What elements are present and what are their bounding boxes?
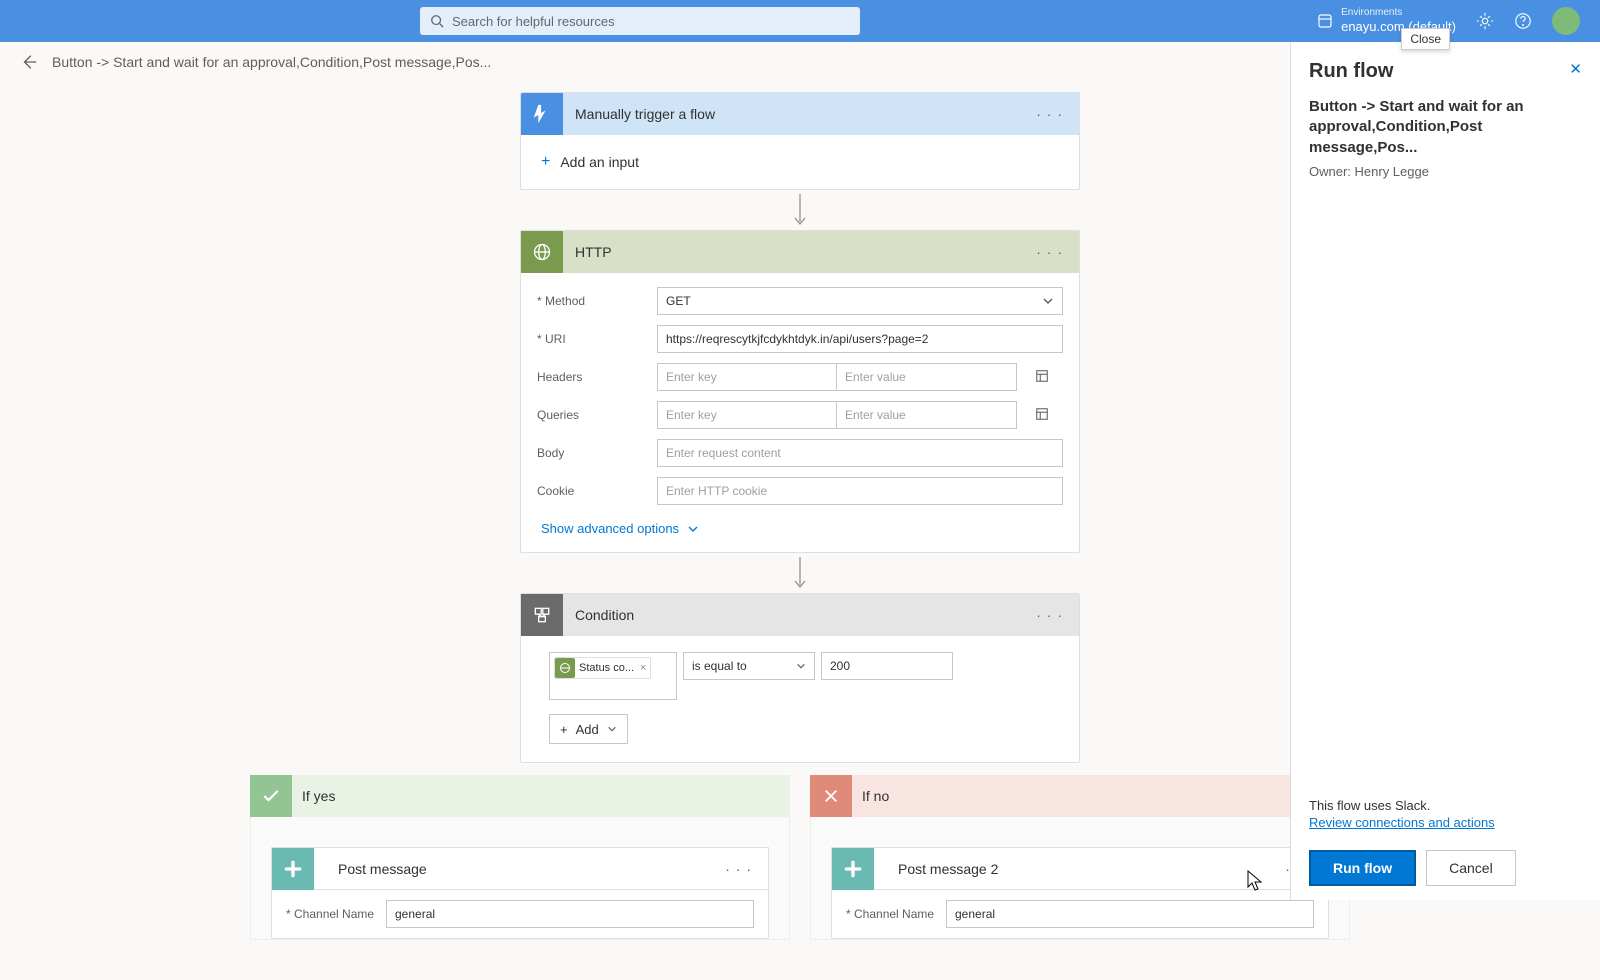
- add-input-label: Add an input: [560, 154, 639, 170]
- plus-icon: +: [541, 153, 550, 171]
- gear-icon[interactable]: [1476, 12, 1494, 30]
- method-select[interactable]: GET: [657, 287, 1063, 315]
- connector-arrow: [793, 190, 807, 230]
- branch-yes: If yes Post message · · ·: [250, 775, 790, 940]
- header-key-input[interactable]: Enter key: [657, 363, 837, 391]
- method-value: GET: [666, 294, 691, 308]
- channel-select-no[interactable]: general: [946, 900, 1314, 928]
- body-label: Body: [537, 446, 657, 460]
- query-dynamic-icon[interactable]: [1035, 407, 1049, 424]
- trigger-header[interactable]: Manually trigger a flow · · ·: [521, 93, 1079, 135]
- slack-no-header[interactable]: Post message 2 · · ·: [832, 848, 1328, 890]
- search-icon: [430, 14, 444, 28]
- panel-note: This flow uses Slack.: [1309, 798, 1582, 813]
- slack-no-title: Post message 2: [898, 861, 998, 877]
- slack-yes-title: Post message: [338, 861, 427, 877]
- body-input[interactable]: Enter request content: [657, 439, 1063, 467]
- branch-no-header: If no: [810, 775, 1350, 817]
- branch-no: If no Post message 2 · · ·: [810, 775, 1350, 940]
- trigger-title: Manually trigger a flow: [575, 106, 715, 122]
- slack-icon: [272, 848, 314, 890]
- query-key-input[interactable]: Enter key: [657, 401, 837, 429]
- condition-value-input[interactable]: 200: [821, 652, 953, 680]
- uri-input[interactable]: https://reqrescytkjfcdykhtdyk.in/api/use…: [657, 325, 1063, 353]
- add-condition-button[interactable]: + Add: [549, 714, 628, 744]
- chevron-down-icon: [796, 661, 806, 671]
- slack-card-yes: Post message · · · Channel Name general: [271, 847, 769, 939]
- search-input[interactable]: Search for helpful resources: [420, 7, 860, 35]
- slack-yes-header[interactable]: Post message · · ·: [272, 848, 768, 890]
- help-icon[interactable]: [1514, 12, 1532, 30]
- close-icon[interactable]: ✕: [1569, 60, 1582, 78]
- branches: If yes Post message · · ·: [250, 775, 1350, 940]
- panel-owner: Owner: Henry Legge: [1309, 164, 1582, 179]
- http-card: HTTP · · · Method GET URI https://reqres…: [520, 230, 1080, 553]
- check-icon: [250, 775, 292, 817]
- x-icon: [810, 775, 852, 817]
- condition-header[interactable]: Condition · · ·: [521, 594, 1079, 636]
- cancel-button[interactable]: Cancel: [1426, 850, 1516, 886]
- uri-label: URI: [537, 332, 657, 346]
- topbar: Search for helpful resources Environment…: [0, 0, 1600, 42]
- condition-icon: [521, 594, 563, 636]
- slack-card-no: Post message 2 · · · Channel Name genera…: [831, 847, 1329, 939]
- http-icon: [521, 231, 563, 273]
- env-label: Environments: [1341, 6, 1456, 19]
- chevron-down-icon: [607, 724, 617, 734]
- review-connections-link[interactable]: Review connections and actions: [1309, 815, 1582, 830]
- method-label: Method: [537, 294, 657, 308]
- panel-flow-name: Button -> Start and wait for an approval…: [1309, 97, 1582, 158]
- condition-left-input[interactable]: Status co... ×: [549, 652, 677, 700]
- slack-icon: [832, 848, 874, 890]
- queries-label: Queries: [537, 408, 657, 422]
- condition-menu-icon[interactable]: · · ·: [1032, 607, 1067, 623]
- environment-icon: [1317, 13, 1333, 29]
- headers-label: Headers: [537, 370, 657, 384]
- channel-select-yes[interactable]: general: [386, 900, 754, 928]
- show-advanced-link[interactable]: Show advanced options: [537, 515, 703, 542]
- branch-yes-header: If yes: [250, 775, 790, 817]
- panel-title: Run flow: [1309, 60, 1393, 83]
- avatar[interactable]: [1552, 7, 1580, 35]
- http-menu-icon[interactable]: · · ·: [1032, 244, 1067, 260]
- connector-arrow: [793, 553, 807, 593]
- condition-card: Condition · · · Status co... ×: [520, 593, 1080, 763]
- trigger-card: Manually trigger a flow · · · + Add an i…: [520, 92, 1080, 190]
- search-placeholder: Search for helpful resources: [452, 14, 615, 29]
- channel-label: Channel Name: [286, 907, 386, 921]
- back-icon[interactable]: [20, 53, 38, 71]
- query-value-input[interactable]: Enter value: [837, 401, 1017, 429]
- close-tooltip: Close: [1401, 28, 1450, 50]
- cookie-input[interactable]: Enter HTTP cookie: [657, 477, 1063, 505]
- header-dynamic-icon[interactable]: [1035, 369, 1049, 386]
- token-status-code[interactable]: Status co... ×: [554, 657, 651, 679]
- http-header[interactable]: HTTP · · ·: [521, 231, 1079, 273]
- condition-row: Status co... × is equal to 200: [549, 652, 1051, 700]
- http-title: HTTP: [575, 244, 612, 260]
- chevron-down-icon: [1042, 295, 1054, 307]
- cookie-label: Cookie: [537, 484, 657, 498]
- run-flow-panel: Run flow ✕ Button -> Start and wait for …: [1290, 42, 1600, 900]
- add-input-button[interactable]: + Add an input: [521, 135, 1079, 189]
- plus-icon: +: [560, 722, 568, 737]
- token-remove-icon[interactable]: ×: [640, 662, 646, 674]
- trigger-icon: [521, 93, 563, 135]
- trigger-menu-icon[interactable]: · · ·: [1032, 106, 1067, 122]
- run-flow-button[interactable]: Run flow: [1309, 850, 1416, 886]
- condition-title: Condition: [575, 607, 634, 623]
- http-token-icon: [555, 658, 575, 678]
- search-wrap: Search for helpful resources: [420, 7, 860, 35]
- header-value-input[interactable]: Enter value: [837, 363, 1017, 391]
- breadcrumb-text: Button -> Start and wait for an approval…: [52, 54, 491, 70]
- uri-value: https://reqrescytkjfcdykhtdyk.in/api/use…: [666, 332, 928, 346]
- chevron-down-icon: [687, 523, 699, 535]
- http-body: Method GET URI https://reqrescytkjfcdykh…: [521, 273, 1079, 552]
- channel-label: Channel Name: [846, 907, 946, 921]
- slack-yes-menu-icon[interactable]: · · ·: [721, 861, 756, 877]
- operator-select[interactable]: is equal to: [683, 652, 815, 680]
